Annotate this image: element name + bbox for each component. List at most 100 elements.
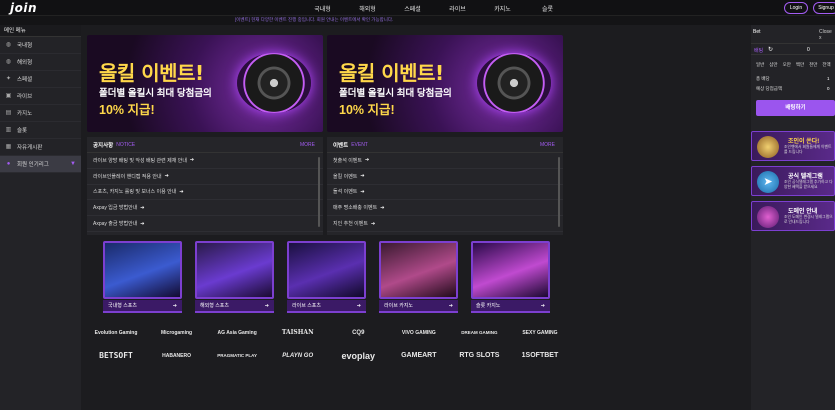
top-bar: join 국내형 해외형 스페셜 라이브 카지노 슬롯 Login Signup: [0, 0, 835, 16]
close-button[interactable]: Close x: [819, 29, 835, 41]
game-card-label-bar: 라이브 카지노 ➔: [379, 300, 458, 313]
expected-win-label: 예상 당첨금액: [756, 86, 783, 91]
sidebar-item-league[interactable]: ● 회원 인기리그 ▼: [0, 156, 81, 173]
sidebar-item-special[interactable]: ✦ 스페셜: [0, 71, 81, 88]
list-item-text: 올킬 이벤트: [333, 173, 358, 180]
sidebar: 메인 메뉴 ◍ 국내형 ◍ 해외형 ✦ 스페셜 ▣ 라이브 ▤ 카지노 ▥ 슬롯 ▦ 자유게시…: [0, 25, 81, 410]
provider-logo: Evolution Gaming: [94, 329, 138, 336]
arrow-right-icon: ➔: [380, 204, 385, 211]
nav-item[interactable]: 스페셜: [390, 4, 435, 13]
amount-chip[interactable]: 삼만: [769, 62, 777, 68]
amount-chip[interactable]: 오만: [783, 62, 791, 68]
arrow-right-icon: ➔: [264, 302, 269, 309]
sidebar-item-live[interactable]: ▣ 라이브: [0, 88, 81, 105]
banner-title: 올킬 이벤트!: [339, 61, 444, 85]
banner-highlight: 10% 지급!: [339, 103, 395, 117]
game-card-domestic-sports[interactable]: 국내형 스포츠 ➔: [103, 241, 182, 315]
game-card-image: [379, 241, 458, 299]
promo-title: 도메인 안내: [788, 209, 818, 215]
sidebar-item-overseas[interactable]: ◍ 해외형: [0, 54, 81, 71]
list-item[interactable]: 스포츠, 카지노 롤링 및 보너스 이용 안내 ➔: [87, 185, 323, 201]
amount-chip[interactable]: 백만: [796, 62, 804, 68]
notice-more-link[interactable]: MORE: [300, 142, 315, 148]
top-nav: 국내형 해외형 스페셜 라이브 카지노 슬롯: [300, 4, 570, 13]
list-item[interactable]: 올킬 이벤트 ➔: [327, 169, 563, 185]
provider-logo: PRAGMATIC PLAY: [217, 353, 257, 358]
event-more-link[interactable]: MORE: [540, 142, 555, 148]
nav-item[interactable]: 슬롯: [525, 4, 570, 13]
provider-logo: BETSOFT: [99, 351, 133, 360]
game-card-live-sports[interactable]: 라이브 스포츠 ➔: [287, 241, 366, 315]
promo-card[interactable]: 도메인 안내 조인 도메인 변경시 텔레그램으로 안내드립니다: [751, 201, 835, 231]
sidebar-item-label: 국내형: [17, 43, 33, 49]
amount-chip[interactable]: 일반: [756, 62, 764, 68]
notice-panel: 공지사항 NOTICE MORE 라이브 양방 배팅 및 악성 배팅 관련 제재 …: [87, 137, 323, 235]
arrow-right-icon: ➔: [365, 157, 370, 164]
provider-logo: GAMEART: [401, 352, 437, 359]
arrow-right-icon: ➔: [540, 302, 545, 309]
list-item[interactable]: 라이브인플레이 핸디캡 적용 안내 ➔: [87, 169, 323, 185]
sidebar-item-domestic[interactable]: ◍ 국내형: [0, 37, 81, 54]
nav-item[interactable]: 해외형: [345, 4, 390, 13]
promo-card[interactable]: ➤ 공식 텔레그램 조인 공식텔레그램 추가하고 다양한 혜택을 받으세요: [751, 166, 835, 196]
amount-chip[interactable]: 전액: [822, 62, 830, 68]
game-card-slot-casino[interactable]: 슬롯 카지노 ➔: [471, 241, 550, 315]
event-banner[interactable]: 올킬 이벤트! 폴더별 올킬시 최대 당첨금의 10% 지급!: [87, 35, 323, 132]
game-card-live-casino[interactable]: 라이브 카지노 ➔: [379, 241, 458, 315]
amount-chip-group: 일반 삼만 오만 백만 천만 전액: [756, 62, 831, 68]
game-card-label-bar: 슬롯 카지노 ➔: [471, 300, 550, 313]
board-icon: ▦: [5, 143, 12, 150]
game-card-label-bar: 해외형 스포츠 ➔: [195, 300, 274, 313]
banner-highlight: 10% 지급!: [99, 103, 155, 117]
bet-amount-input[interactable]: 0: [807, 47, 810, 53]
nav-item[interactable]: 국내형: [300, 4, 345, 13]
list-item[interactable]: Axpay 입금 방법안내 ➔: [87, 200, 323, 217]
list-item[interactable]: Axpay 출금 방법안내 ➔: [87, 216, 323, 232]
slot-icon: ▥: [5, 126, 12, 133]
roulette-image: [477, 53, 551, 113]
refresh-icon[interactable]: ↻: [768, 46, 773, 53]
provider-logo: RTG SLOTS: [459, 352, 500, 359]
arrow-right-icon: ➔: [164, 173, 169, 180]
arrow-right-icon: ➔: [140, 204, 145, 211]
login-button[interactable]: Login: [784, 2, 808, 14]
list-item[interactable]: 지인 추천 이벤트 ➔: [327, 216, 563, 232]
provider-logo: AG Asia Gaming: [217, 329, 257, 336]
list-item-text: 매주 명소배충 이벤트: [333, 205, 378, 212]
provider-logo: CQ9: [352, 329, 365, 336]
signup-button[interactable]: Signup: [813, 2, 835, 14]
brand-logo[interactable]: join: [10, 1, 37, 15]
bet-slip-panel: Bet Close x 배팅 ↻ 0 일반 삼만 오만 백만 천만 전액 총 배…: [751, 25, 835, 410]
game-card-label: 슬롯 카지노: [476, 303, 501, 309]
sidebar-item-casino[interactable]: ▤ 카지노: [0, 105, 81, 122]
game-card-overseas-sports[interactable]: 해외형 스포츠 ➔: [195, 241, 274, 315]
promo-subtitle: 조인 공식텔레그램 추가하고 다양한 혜택을 받으세요: [784, 180, 833, 189]
list-item[interactable]: 매주 명소배충 이벤트 ➔: [327, 200, 563, 217]
list-item[interactable]: 돌석 이벤트 ➔: [327, 185, 563, 201]
banner-subtitle: 폴더별 올킬시 최대 당첨금의: [339, 88, 452, 99]
game-card-image: [471, 241, 550, 299]
arrow-right-icon: ➔: [179, 188, 184, 195]
sidebar-item-board[interactable]: ▦ 자유게시판: [0, 139, 81, 156]
amount-chip[interactable]: 천만: [809, 62, 817, 68]
game-card-image: [103, 241, 182, 299]
notice-ticker: [이벤트] 현재 다양한 이벤트 진행 중입니다. 회원 안내는 이벤트에서 확…: [0, 16, 835, 25]
sidebar-item-slot[interactable]: ▥ 슬롯: [0, 122, 81, 139]
scrollbar[interactable]: [318, 157, 320, 227]
list-item-text: 라이브인플레이 핸디캡 적용 안내: [93, 173, 162, 180]
nav-item[interactable]: 카지노: [480, 4, 525, 13]
bet-amount-row: 배팅 ↻ 0: [751, 43, 835, 55]
arrow-right-icon: ➔: [360, 188, 365, 195]
promo-card[interactable]: 조인이 쏜다! 조인벳에서 회원들에게 이벤트를 드립니다: [751, 131, 835, 161]
list-item[interactable]: 라이브 양방 배팅 및 악성 배팅 관련 제재 안내 ➔: [87, 153, 323, 169]
card-icon: ▤: [5, 109, 12, 116]
sidebar-item-label: 해외형: [17, 60, 33, 66]
provider-logo: 1SOFTBET: [521, 352, 559, 359]
nav-item[interactable]: 라이브: [435, 4, 480, 13]
list-item[interactable]: 첫출석 이벤트 ➔: [327, 153, 563, 169]
scrollbar[interactable]: [558, 157, 560, 227]
arrow-right-icon: ➔: [189, 157, 195, 164]
place-bet-button[interactable]: 배팅하기: [756, 100, 835, 116]
provider-logos: Evolution Gaming Microgaming AG Asia Gam…: [93, 321, 563, 367]
event-banner[interactable]: 올킬 이벤트! 폴더별 올킬시 최대 당첨금의 10% 지급!: [327, 35, 563, 132]
